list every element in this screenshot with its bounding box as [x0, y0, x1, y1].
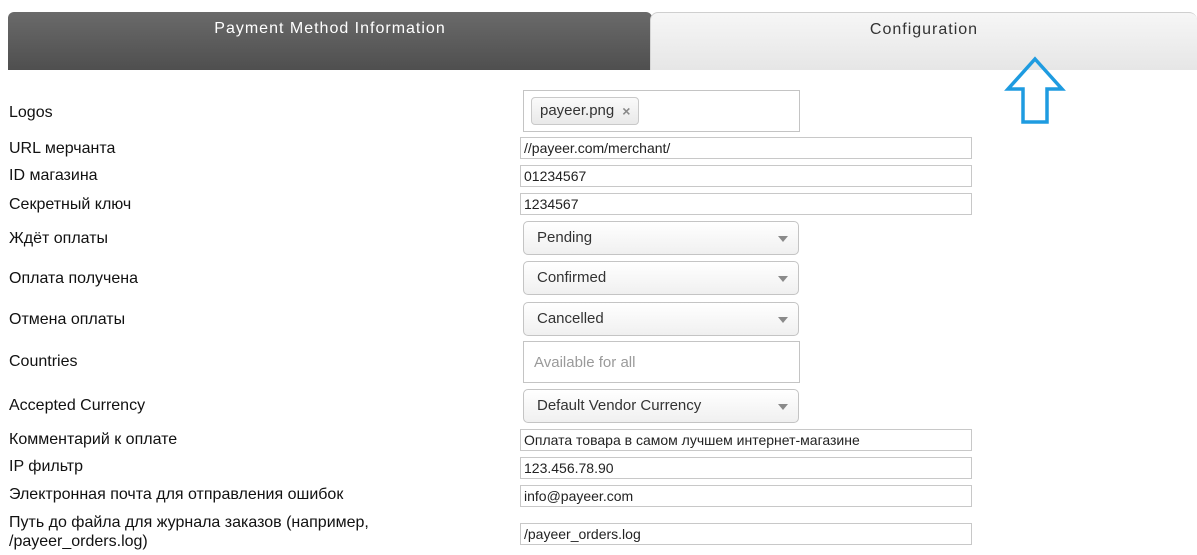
secret-key-input[interactable]: 1234567	[520, 193, 972, 215]
merchant-url-input[interactable]: //payeer.com/merchant/	[520, 137, 972, 159]
select-value: Cancelled	[537, 310, 604, 327]
pending-status-select[interactable]: Pending	[523, 221, 799, 255]
countries-label: Countries	[9, 353, 78, 370]
shop-id-label: ID магазина	[9, 167, 98, 184]
tab-payment-method-information[interactable]: Payment Method Information	[8, 12, 652, 70]
remove-chip-icon[interactable]: ×	[622, 98, 630, 124]
orders-log-label-line2: /payeer_orders.log)	[9, 533, 148, 550]
currency-label: Accepted Currency	[9, 397, 146, 414]
ip-filter-label: IP фильтр	[9, 458, 84, 475]
shop-id-input[interactable]: 01234567	[520, 165, 972, 187]
select-value: Pending	[537, 229, 593, 246]
orders-log-label-line1: Путь до файла для журнала заказов (напри…	[9, 514, 369, 531]
logo-chip: payeer.png ×	[531, 97, 640, 125]
secret-key-label: Секретный ключ	[9, 196, 132, 213]
tab-label: Payment Method Information	[214, 20, 446, 37]
countries-placeholder: Available for all	[534, 354, 636, 371]
tab-label: Configuration	[869, 21, 979, 38]
ip-filter-input[interactable]: 123.456.78.90	[520, 457, 972, 479]
select-value: Default Vendor Currency	[537, 397, 702, 414]
orders-log-input[interactable]: /payeer_orders.log	[520, 523, 972, 545]
pending-status-label: Ждёт оплаты	[9, 230, 109, 247]
select-value: Confirmed	[537, 269, 607, 286]
merchant-url-label: URL мерчанта	[9, 140, 116, 157]
tab-configuration[interactable]: Configuration	[650, 12, 1197, 70]
chevron-down-icon	[778, 276, 788, 282]
confirmed-status-label: Оплата получена	[9, 270, 138, 287]
cancelled-status-select[interactable]: Cancelled	[523, 302, 799, 336]
payment-comment-label: Комментарий к оплате	[9, 431, 178, 448]
payment-comment-input[interactable]: Оплата товара в самом лучшем интернет-ма…	[520, 429, 972, 451]
chevron-down-icon	[778, 236, 788, 242]
confirmed-status-select[interactable]: Confirmed	[523, 261, 799, 295]
error-email-label: Электронная почта для отправления ошибок	[9, 486, 344, 503]
currency-select[interactable]: Default Vendor Currency	[523, 389, 799, 423]
countries-multiselect[interactable]: Available for all	[523, 341, 800, 383]
error-email-input[interactable]: info@payeer.com	[520, 485, 972, 507]
logos-multiselect[interactable]: payeer.png ×	[523, 90, 800, 132]
logos-label: Logos	[9, 104, 53, 121]
up-arrow-icon	[1004, 56, 1066, 124]
chevron-down-icon	[778, 317, 788, 323]
chevron-down-icon	[778, 404, 788, 410]
cancelled-status-label: Отмена оплаты	[9, 311, 126, 328]
logo-chip-label: payeer.png	[540, 102, 615, 119]
